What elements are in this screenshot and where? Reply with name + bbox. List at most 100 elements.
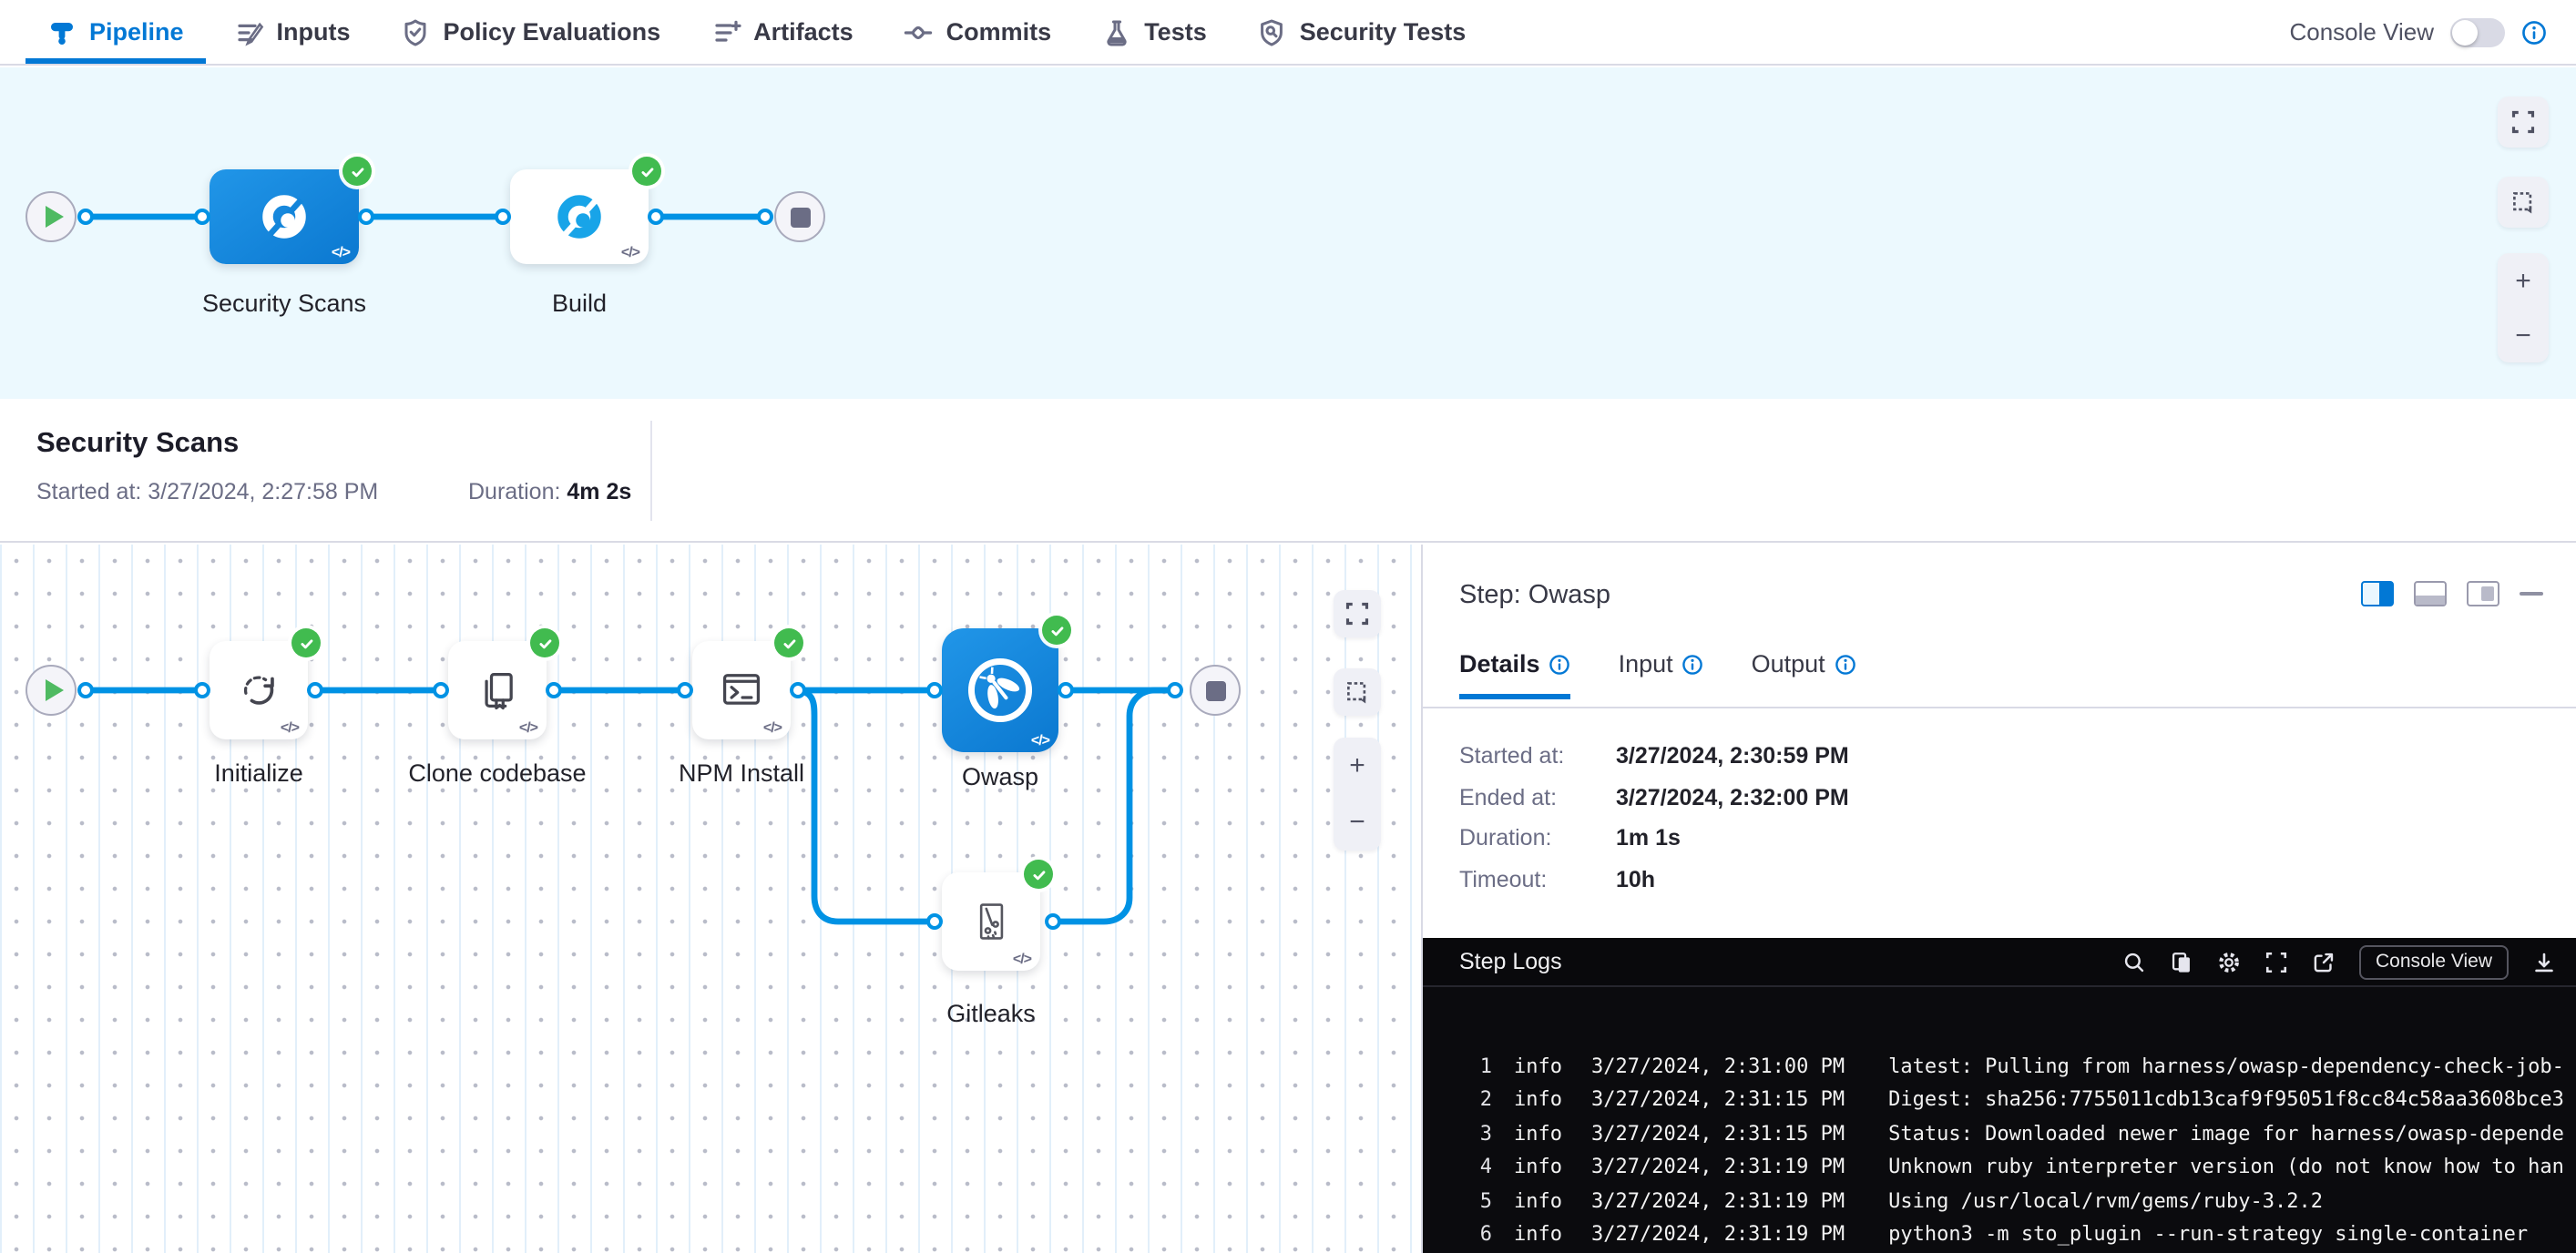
- step-card-owasp[interactable]: </>: [942, 628, 1058, 752]
- step-card-npm-install[interactable]: </>: [692, 641, 791, 739]
- step-label: NPM Install: [614, 759, 869, 787]
- console-view-toggle[interactable]: [2450, 17, 2505, 46]
- step-label: Clone codebase: [370, 759, 625, 787]
- zoom-out-button[interactable]: −: [1334, 794, 1381, 851]
- connector-port: [677, 682, 693, 698]
- log-timestamp: 3/27/2024, 2:31:00 PM: [1591, 1051, 1845, 1085]
- success-badge: [1042, 616, 1071, 645]
- info-icon[interactable]: [2521, 19, 2547, 45]
- log-line: 1info3/27/2024, 2:31:00 PMlatest: Pullin…: [1467, 1051, 2576, 1085]
- step-panel-title: Step: Owasp: [1459, 581, 1610, 610]
- log-timestamp: 3/27/2024, 2:31:15 PM: [1591, 1085, 1845, 1118]
- stage-card-security-scans[interactable]: </>: [210, 169, 359, 264]
- nav-tab-label: Inputs: [277, 18, 351, 46]
- settings-gear-icon[interactable]: [2217, 950, 2241, 973]
- log-timestamp: 3/27/2024, 2:31:19 PM: [1591, 1185, 1845, 1218]
- log-line-number: 2: [1467, 1085, 1492, 1118]
- connector-port: [307, 682, 323, 698]
- nav-tab-label: Artifacts: [753, 18, 854, 46]
- code-icon: </>: [621, 244, 639, 260]
- log-line: 2info3/27/2024, 2:31:15 PMDigest: sha256…: [1467, 1085, 2576, 1118]
- nav-tab-label: Security Tests: [1300, 18, 1467, 46]
- tab-input[interactable]: Input: [1619, 650, 1704, 699]
- code-icon: </>: [519, 719, 537, 736]
- code-icon: </>: [281, 719, 299, 736]
- nav-tab-policy-evaluations[interactable]: Policy Evaluations: [380, 0, 683, 64]
- app-root: Pipeline Inputs Policy Evaluations Artif…: [0, 0, 2576, 1253]
- tab-output[interactable]: Output: [1752, 650, 1856, 699]
- layout-split-right-icon[interactable]: [2361, 581, 2394, 606]
- stage-label: Security Scans: [138, 290, 430, 317]
- initialize-icon: [235, 667, 282, 714]
- stage-duration: Duration: 4m 2s: [468, 479, 631, 504]
- info-icon: [1682, 653, 1704, 675]
- fit-view-icon: [2510, 109, 2536, 135]
- log-timestamp: 3/27/2024, 2:31:19 PM: [1591, 1218, 1845, 1252]
- log-level: info: [1514, 1118, 1562, 1152]
- step-logs-title: Step Logs: [1459, 949, 1562, 974]
- marquee-select-button[interactable]: [2498, 177, 2549, 228]
- owasp-icon: [960, 650, 1040, 730]
- detail-label: Started at:: [1459, 745, 1616, 769]
- stage-card-build[interactable]: </>: [510, 169, 649, 264]
- search-icon[interactable]: [2122, 950, 2146, 973]
- open-external-icon[interactable]: [2312, 950, 2336, 973]
- marquee-select-button[interactable]: [1334, 668, 1381, 716]
- console-view-button[interactable]: Console View: [2359, 944, 2509, 979]
- detail-value: 3/27/2024, 2:32:00 PM: [1616, 786, 1849, 810]
- step-logs-output[interactable]: 1info3/27/2024, 2:31:00 PMlatest: Pullin…: [1423, 987, 2576, 1253]
- marquee-icon: [1344, 679, 1370, 705]
- zoom-in-button[interactable]: +: [1334, 738, 1381, 794]
- step-card-clone-codebase[interactable]: </>: [448, 641, 547, 739]
- connector-port: [926, 682, 943, 698]
- stage-start-node[interactable]: [26, 191, 77, 242]
- collapse-panel-icon[interactable]: [2520, 592, 2543, 596]
- step-card-initialize[interactable]: </>: [210, 641, 308, 739]
- tab-label: Output: [1752, 650, 1825, 677]
- log-line-number: 3: [1467, 1118, 1492, 1152]
- step-label: Owasp: [873, 763, 1128, 790]
- connector-port: [546, 682, 562, 698]
- copy-icon[interactable]: [2170, 950, 2193, 973]
- fullscreen-icon[interactable]: [2264, 950, 2288, 973]
- nav-right: Console View: [2289, 0, 2547, 64]
- fit-view-button[interactable]: [2498, 97, 2549, 148]
- nav-tab-tests[interactable]: Tests: [1080, 0, 1229, 64]
- stage-end-node[interactable]: [774, 191, 825, 242]
- info-icon: [1835, 653, 1856, 675]
- stage-graph-canvas: </> Security Scans </> Build + −: [0, 67, 2576, 399]
- step-logs-header: Step Logs Console View: [1423, 938, 2576, 987]
- detail-label: Ended at:: [1459, 786, 1616, 810]
- connector-port: [433, 682, 449, 698]
- tab-details[interactable]: Details: [1459, 650, 1571, 699]
- layout-split-bottom-icon[interactable]: [2414, 581, 2447, 606]
- nav-tab-label: Tests: [1144, 18, 1207, 46]
- inputs-icon: [235, 17, 264, 46]
- step-start-node[interactable]: [26, 665, 77, 716]
- log-timestamp: 3/27/2024, 2:31:15 PM: [1591, 1118, 1845, 1152]
- nav-tab-pipeline[interactable]: Pipeline: [26, 0, 206, 64]
- nav-tab-security-tests[interactable]: Security Tests: [1236, 0, 1488, 64]
- stop-icon: [1205, 680, 1225, 700]
- layout-floating-icon[interactable]: [2467, 581, 2499, 606]
- log-message: Digest: sha256:7755011cdb13caf9f95051f8c…: [1888, 1085, 2564, 1118]
- detail-row: Timeout: 10h: [1459, 868, 1849, 891]
- nav-tab-inputs[interactable]: Inputs: [213, 0, 373, 64]
- detail-label: Timeout:: [1459, 868, 1616, 891]
- success-badge: [632, 157, 661, 186]
- detail-value: 10h: [1616, 868, 1655, 891]
- step-details-list: Started at: 3/27/2024, 2:30:59 PM Ended …: [1459, 745, 1849, 909]
- connector-port: [926, 913, 943, 930]
- step-card-gitleaks[interactable]: </>: [942, 872, 1040, 971]
- connector-port: [648, 209, 664, 225]
- toggle-knob: [2452, 19, 2478, 45]
- nav-tab-commits[interactable]: Commits: [883, 0, 1074, 64]
- step-end-node[interactable]: [1190, 665, 1241, 716]
- detail-label: Duration:: [1459, 827, 1616, 851]
- nav-tab-artifacts[interactable]: Artifacts: [690, 0, 875, 64]
- fit-view-button[interactable]: [1334, 590, 1381, 637]
- zoom-in-button[interactable]: +: [2498, 253, 2549, 308]
- artifacts-icon: [711, 17, 741, 46]
- zoom-out-button[interactable]: −: [2498, 308, 2549, 362]
- download-icon[interactable]: [2532, 950, 2556, 973]
